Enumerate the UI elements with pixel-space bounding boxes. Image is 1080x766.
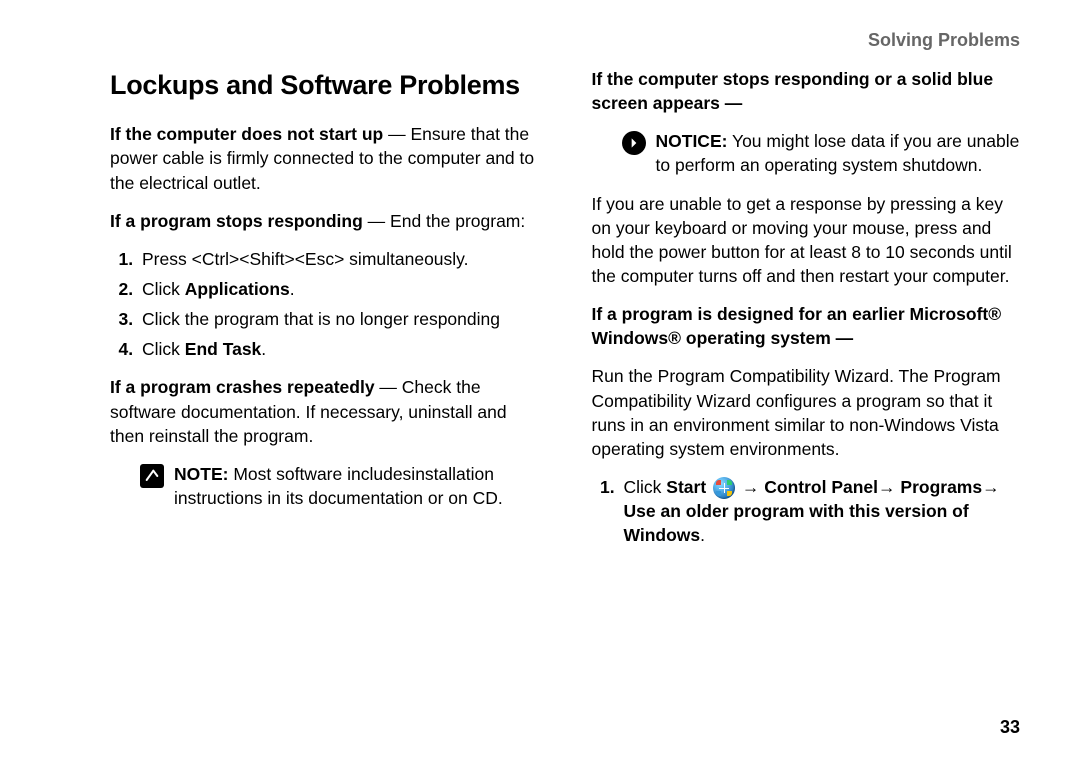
program-stops-heading: If a program stops responding <box>110 211 363 231</box>
paragraph-compat: Run the Program Compatibility Wizard. Th… <box>592 364 1026 461</box>
right-column: If the computer stops responding or a so… <box>592 61 1026 562</box>
page-title: Lockups and Software Problems <box>110 67 544 104</box>
cs1-e: → <box>878 477 900 497</box>
step-1-text: Press <Ctrl><Shift><Esc> simultaneously. <box>142 249 469 269</box>
left-column: Lockups and Software Problems If the com… <box>110 61 544 562</box>
cs1-a: Click <box>624 477 667 497</box>
step-3-text: Click the program that is no longer resp… <box>142 309 500 329</box>
step-4-text-a: Click <box>142 339 185 359</box>
step-2-text-c: . <box>290 279 295 299</box>
cs1-f: Programs <box>900 477 982 497</box>
cs1-c: → <box>737 477 764 497</box>
paragraph-program-stops: If a program stops responding — End the … <box>110 209 544 233</box>
step-2-text-a: Click <box>142 279 185 299</box>
notice-block: NOTICE: You might lose data if you are u… <box>622 129 1026 177</box>
note-block: NOTE: Most software includesinstallation… <box>140 462 544 510</box>
step-4: Click End Task. <box>138 337 544 361</box>
content-columns: Lockups and Software Problems If the com… <box>110 61 1025 562</box>
cs1-b: Start <box>666 477 706 497</box>
notice-label: NOTICE: <box>656 131 728 151</box>
step-1: Press <Ctrl><Shift><Esc> simultaneously. <box>138 247 544 271</box>
paragraph-crashes: If a program crashes repeatedly — Check … <box>110 375 544 447</box>
step-3: Click the program that is no longer resp… <box>138 307 544 331</box>
step-4-bold: End Task <box>185 339 262 359</box>
cs1-g: → <box>982 477 1000 497</box>
step-4-text-c: . <box>261 339 266 359</box>
compat-heading-block: If a program is designed for an earlier … <box>592 302 1026 350</box>
compat-steps: Click Start → Control Panel→ Programs→ U… <box>620 475 1026 548</box>
notice-text-block: NOTICE: You might lose data if you are u… <box>656 129 1026 177</box>
section-header: Solving Problems <box>110 30 1020 51</box>
note-icon <box>140 464 164 488</box>
startup-heading: If the computer does not start up <box>110 124 383 144</box>
note-label: NOTE: <box>174 464 228 484</box>
step-2-bold: Applications <box>185 279 290 299</box>
crashes-heading: If a program crashes repeatedly <box>110 377 375 397</box>
compat-step-1: Click Start → Control Panel→ Programs→ U… <box>620 475 1026 548</box>
step-2: Click Applications. <box>138 277 544 301</box>
bluescreen-heading: If the computer stops responding or a so… <box>592 69 994 113</box>
bluescreen-heading-block: If the computer stops responding or a so… <box>592 67 1026 115</box>
cs1-h: Use an older program with this version o… <box>624 501 969 545</box>
page-number: 33 <box>1000 717 1020 738</box>
cs1-i: . <box>700 525 705 545</box>
compat-heading: If a program is designed for an earlier … <box>592 304 1002 348</box>
program-stops-text: — End the program: <box>363 211 525 231</box>
notice-icon <box>622 131 646 155</box>
windows-start-icon <box>713 477 735 499</box>
end-program-steps: Press <Ctrl><Shift><Esc> simultaneously.… <box>138 247 544 362</box>
paragraph-startup: If the computer does not start up — Ensu… <box>110 122 544 194</box>
note-text-block: NOTE: Most software includesinstallation… <box>174 462 544 510</box>
cs1-d: Control Panel <box>764 477 878 497</box>
paragraph-no-response: If you are unable to get a response by p… <box>592 192 1026 289</box>
